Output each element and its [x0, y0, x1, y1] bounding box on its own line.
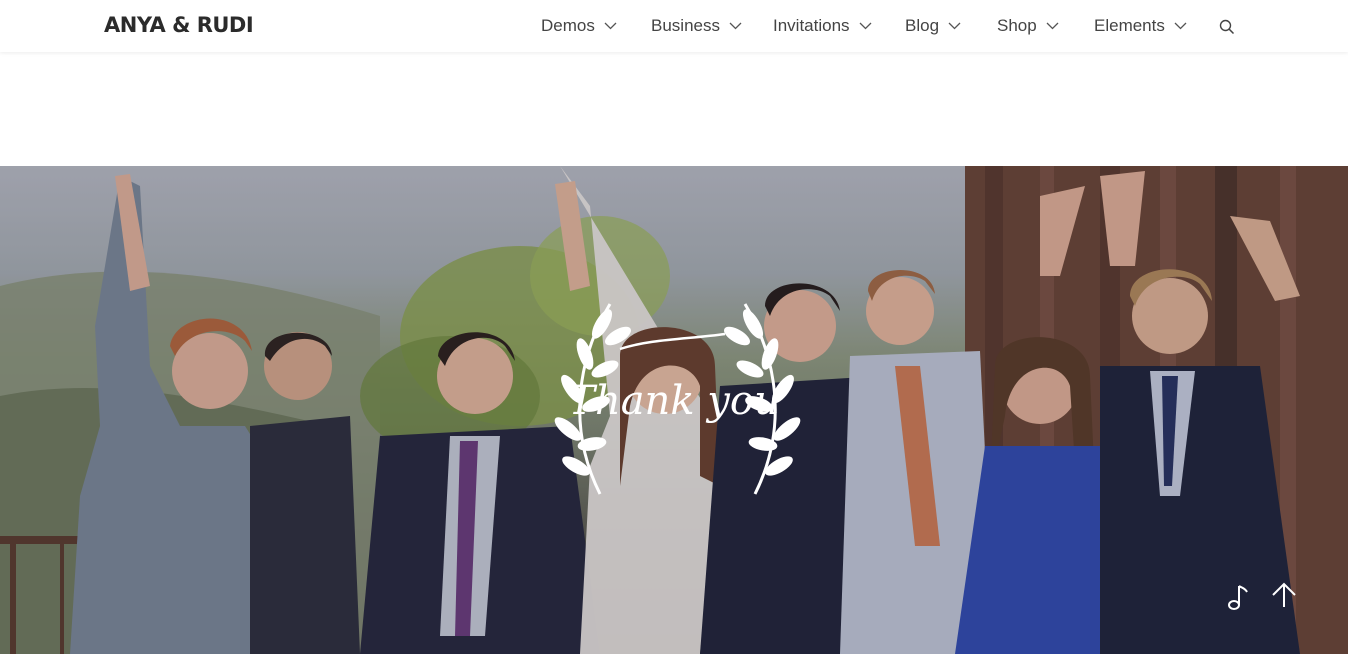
nav-item-blog[interactable]: Blog [905, 14, 961, 38]
nav-item-label: Shop [997, 16, 1037, 35]
music-note-icon[interactable] [1225, 582, 1251, 612]
nav-item-label: Demos [541, 16, 595, 35]
site-logo[interactable]: ANYA & RUDI [104, 13, 254, 37]
nav-item-shop[interactable]: Shop [997, 14, 1059, 38]
thank-you-emblem: Thank you [554, 303, 801, 495]
arrow-up-icon[interactable] [1270, 581, 1298, 609]
nav-item-demos[interactable]: Demos [541, 14, 617, 38]
nav-item-label: Blog [905, 16, 940, 35]
chevron-down-icon [1046, 22, 1059, 30]
nav-item-label: Invitations [773, 16, 850, 35]
nav-item-business[interactable]: Business [651, 14, 742, 38]
chevron-down-icon [1174, 22, 1187, 30]
nav-item-invitations[interactable]: Invitations [773, 14, 872, 38]
chevron-down-icon [859, 22, 872, 30]
hero-section: Thank you [0, 166, 1348, 654]
thank-you-text: Thank you [568, 378, 779, 424]
nav-item-label: Business [651, 16, 720, 35]
chevron-down-icon [604, 22, 617, 30]
nav-item-label: Elements [1094, 16, 1165, 35]
chevron-down-icon [729, 22, 742, 30]
nav-item-elements[interactable]: Elements [1094, 14, 1187, 38]
chevron-down-icon [948, 22, 961, 30]
site-header: ANYA & RUDI Demos Business Invitations B… [0, 0, 1348, 52]
search-icon[interactable] [1219, 19, 1235, 35]
